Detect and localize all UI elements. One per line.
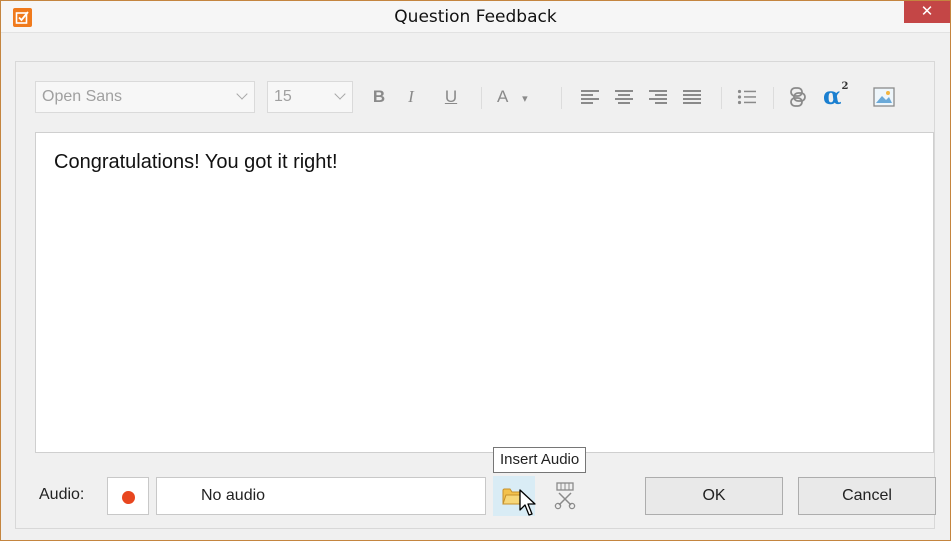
trim-audio-icon[interactable]	[549, 481, 581, 511]
underline-button[interactable]: U	[439, 85, 463, 109]
record-icon	[122, 491, 135, 504]
italic-icon: I	[408, 87, 414, 106]
dropdown-caret-icon: ▾	[522, 93, 528, 105]
align-right-icon[interactable]	[649, 90, 667, 104]
formula-icon: α	[823, 81, 842, 110]
font-family-value: Open Sans	[42, 88, 123, 105]
font-color-icon: A	[497, 87, 508, 106]
ok-button[interactable]: OK	[645, 477, 783, 515]
cancel-button[interactable]: Cancel	[798, 477, 936, 515]
hyperlink-icon[interactable]	[787, 86, 809, 108]
feedback-text: Congratulations! You got it right!	[54, 151, 338, 173]
toolbar-divider	[481, 87, 482, 109]
align-center-icon[interactable]	[615, 90, 633, 104]
feedback-editor[interactable]: Congratulations! You got it right!	[35, 132, 934, 453]
toolbar-divider	[773, 87, 774, 109]
bold-icon: B	[372, 87, 386, 106]
font-size-select[interactable]: 15	[267, 81, 353, 113]
formatting-toolbar: Open Sans 15 B I U A ▾ α2	[21, 81, 933, 115]
formula-button[interactable]: α2	[823, 81, 848, 110]
close-button[interactable]: ✕	[904, 1, 950, 23]
close-icon: ✕	[920, 2, 934, 20]
font-family-select[interactable]: Open Sans	[35, 81, 255, 113]
chevron-down-icon	[334, 88, 346, 100]
italic-button[interactable]: I	[399, 85, 423, 109]
font-size-value: 15	[274, 88, 292, 105]
toolbar-divider	[561, 87, 562, 109]
formula-superscript: 2	[841, 81, 849, 92]
font-color-button[interactable]: A ▾	[497, 85, 545, 109]
window-title: Question Feedback	[394, 7, 557, 27]
toolbar-divider	[721, 87, 722, 109]
align-left-icon[interactable]	[581, 90, 599, 104]
question-feedback-dialog: Question Feedback ✕ Open Sans 15 B I U A…	[0, 0, 951, 541]
title-bar[interactable]: Question Feedback ✕	[1, 1, 950, 33]
mouse-cursor-icon	[519, 489, 536, 516]
bold-button[interactable]: B	[367, 85, 391, 109]
underline-icon: U	[444, 87, 458, 106]
insert-audio-tooltip: Insert Audio	[493, 447, 587, 473]
audio-label: Audio:	[39, 486, 85, 503]
record-audio-button[interactable]	[107, 477, 149, 515]
audio-file-field[interactable]: No audio	[156, 477, 486, 515]
align-justify-icon[interactable]	[683, 90, 701, 104]
image-icon[interactable]	[873, 87, 895, 107]
chevron-down-icon	[236, 88, 248, 100]
bulleted-list-icon[interactable]	[737, 89, 757, 105]
